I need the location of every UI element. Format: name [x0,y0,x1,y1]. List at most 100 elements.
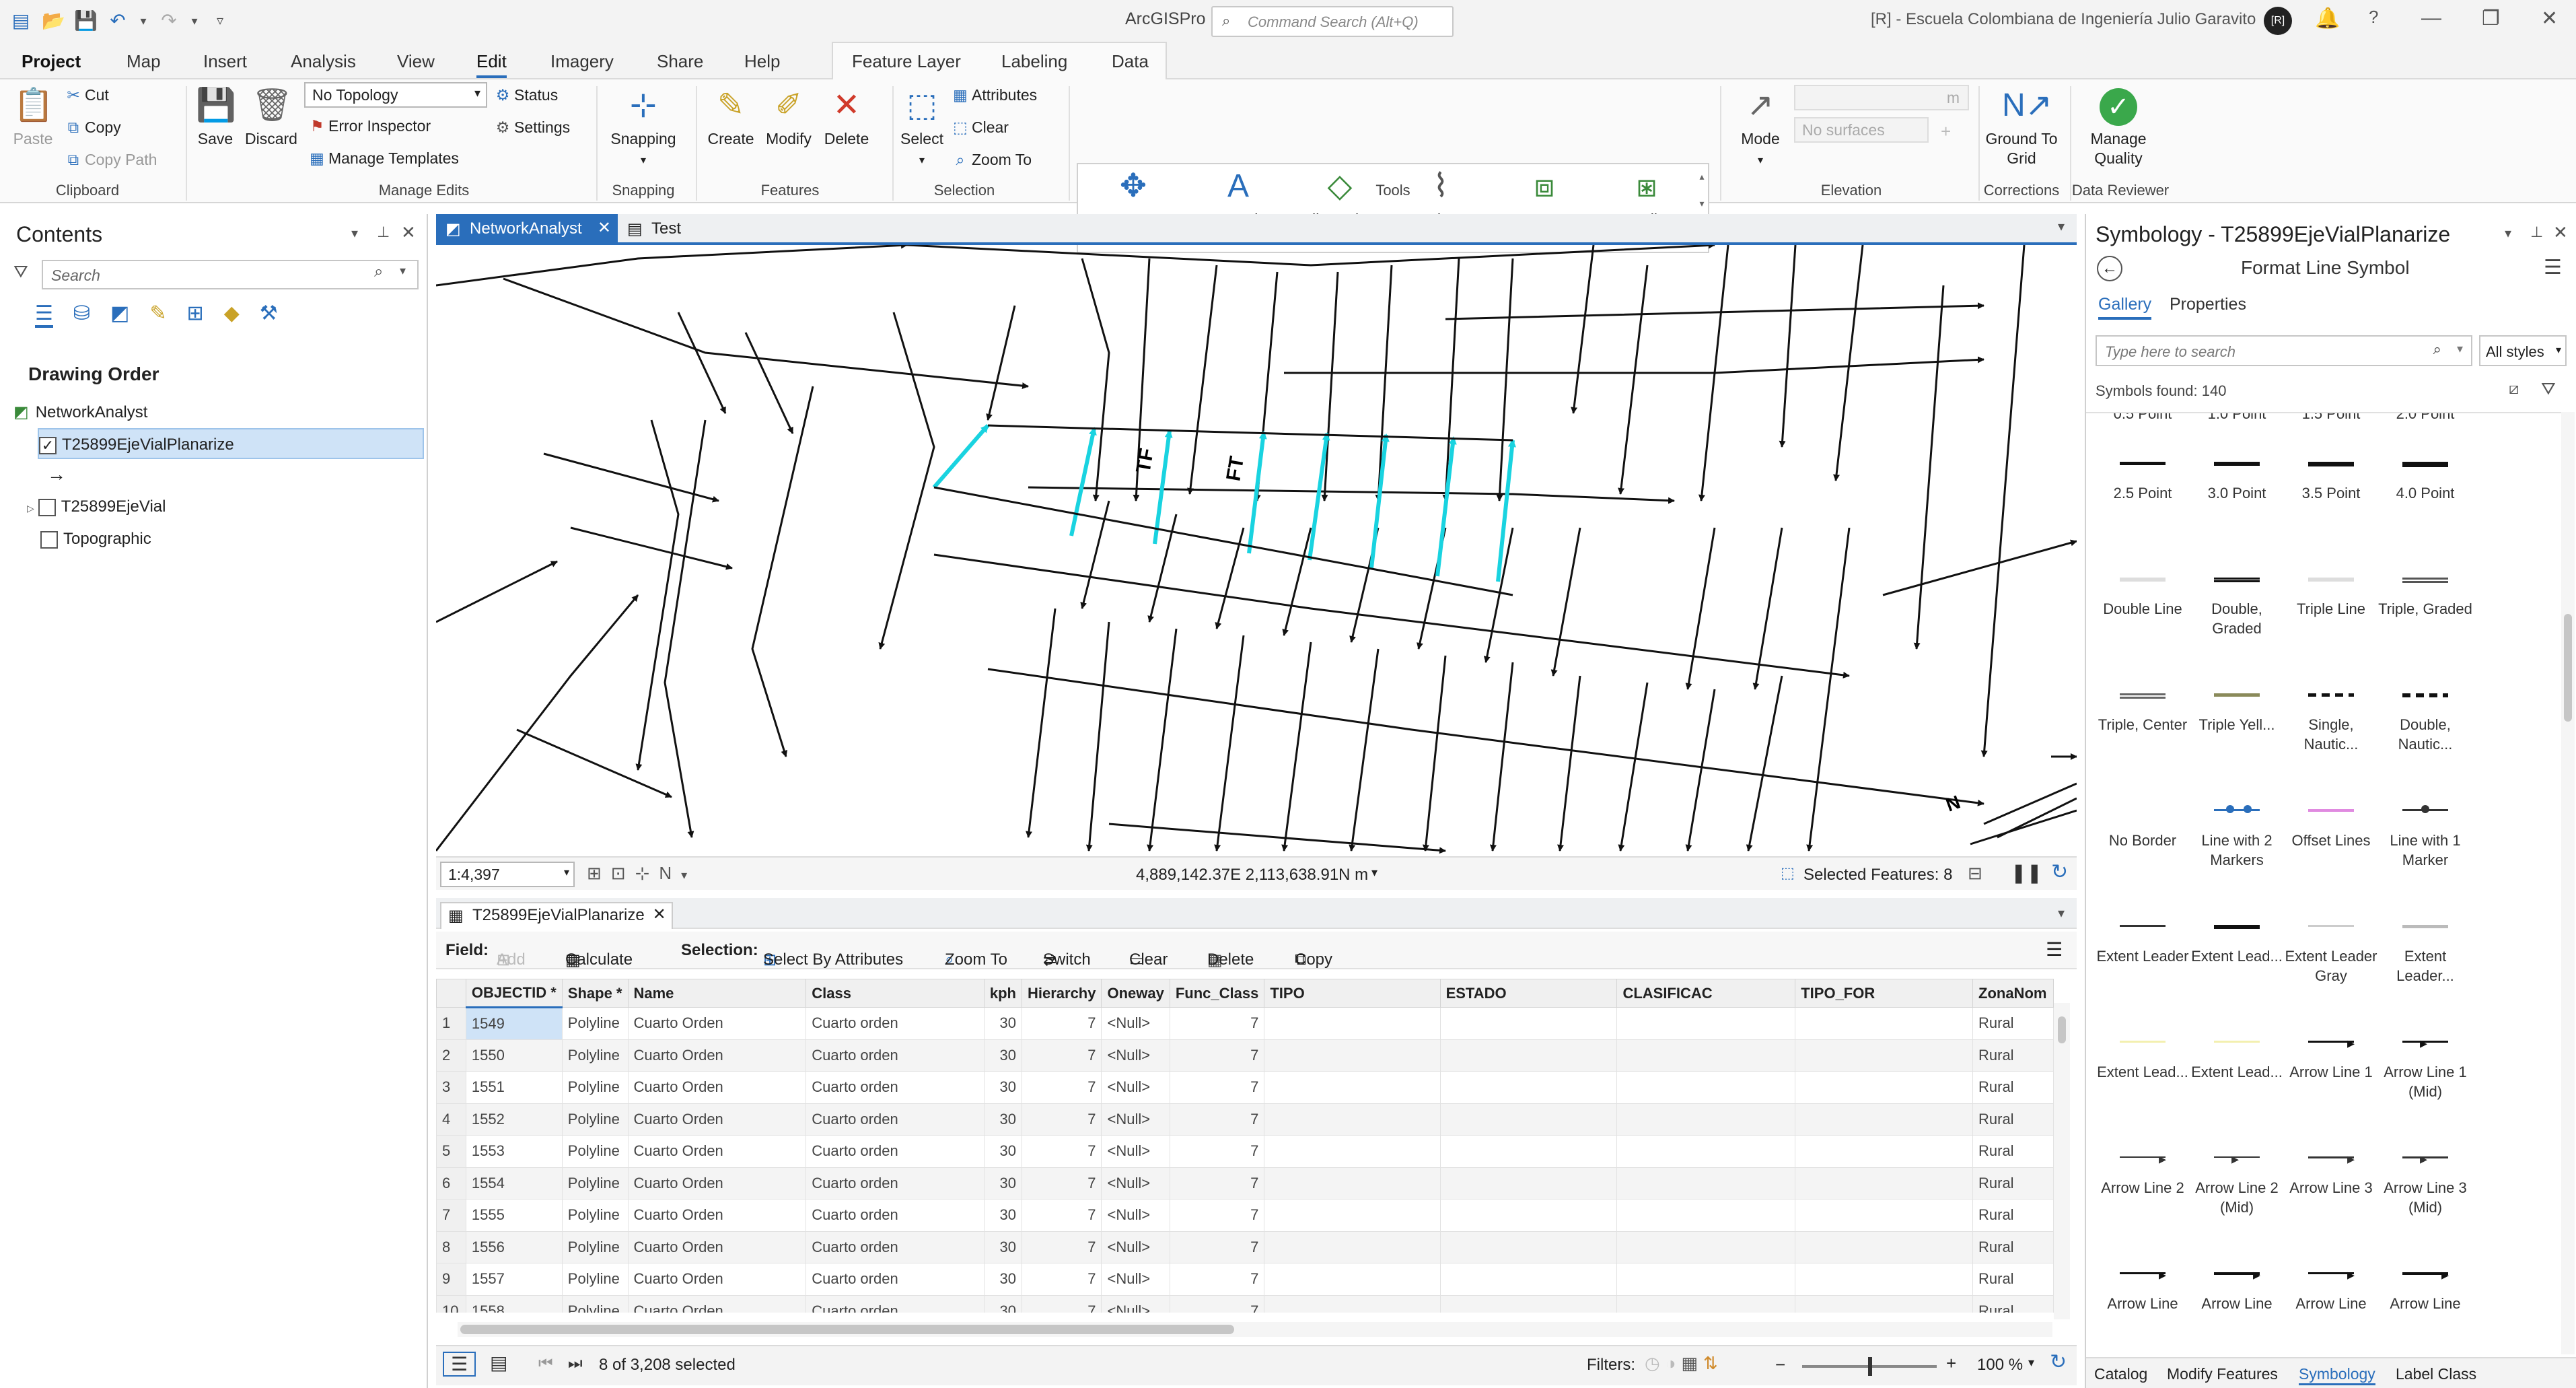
table-cell[interactable]: <Null> [1101,1263,1170,1296]
symbol-item[interactable]: ▸ Arrow Line [2190,1253,2284,1313]
scrollbar-thumb[interactable] [460,1325,1234,1334]
symbol-item[interactable]: Offset Lines [2284,790,2378,850]
table-cell[interactable] [1439,1167,1618,1200]
table-cell[interactable] [1795,1167,1973,1200]
table-row[interactable]: 3 1551 Polyline Cuarto Orden Cuarto orden 30 7… [436,1071,2054,1104]
table-cell[interactable]: Polyline [561,1135,629,1168]
redo-dropdown-icon[interactable]: ▾ [190,9,199,32]
table-cell[interactable] [1795,1230,1973,1263]
table-cell[interactable]: 2 [436,1039,466,1072]
column-header[interactable]: Shape * [561,979,629,1008]
close-tab-icon[interactable]: ✕ [598,218,611,238]
layer-symbol-arrow-icon[interactable]: → [47,459,66,490]
table-cell[interactable]: Cuarto Orden [627,1230,807,1263]
table-cell[interactable]: <Null> [1101,1199,1170,1232]
table-cell[interactable]: Cuarto orden [806,1039,985,1072]
view-tabs-dropdown-icon[interactable]: ▾ [2058,218,2065,235]
extent-filter-icon[interactable]: ▦ [1681,1353,1703,1373]
table-row[interactable]: 8 1556 Polyline Cuarto Orden Cuarto orden 30 7… [436,1230,2054,1263]
show-all-records-icon[interactable]: ☰ [443,1352,476,1377]
map-tool-icon[interactable]: ⊡ [611,863,635,883]
table-cell[interactable]: <Null> [1101,1039,1170,1072]
tab-modify-features[interactable]: Modify Features [2167,1365,2278,1383]
table-cell[interactable]: Cuarto Orden [627,1167,807,1200]
tab-analysis[interactable]: Analysis [291,47,356,78]
table-cell[interactable]: Polyline [561,1294,629,1313]
table-cell[interactable]: 7 [1169,1007,1265,1040]
table-cell[interactable]: 7 [1021,1103,1102,1136]
symbol-item[interactable]: ▸ Arrow Line 1 (Mid) [2378,1022,2472,1101]
map-view[interactable]: ◩ NetworkAnalyst ✕ ▤ Test ▾ TF FT N 1:4,397… [436,214,2077,893]
refresh-icon[interactable]: ↻ [2050,1350,2067,1374]
create-button[interactable]: ✎ Create [703,86,759,149]
symbol-item[interactable]: Extent Lead... [2190,906,2284,966]
symbol-item[interactable]: ▸ Arrow Line 2 [2096,1138,2190,1198]
table-cell[interactable]: 1553 [465,1135,563,1168]
table-row[interactable]: 2 1550 Polyline Cuarto Orden Cuarto orden 30 7… [436,1039,2054,1072]
symbol-item[interactable]: Extent Leader... [2378,906,2472,985]
column-header[interactable]: kph [983,979,1022,1008]
table-cell[interactable]: Cuarto Orden [627,1039,807,1072]
table-cell[interactable] [1795,1039,1973,1072]
symbol-item[interactable]: 3.5 Point [2284,443,2378,503]
new-project-icon[interactable]: ▤ [9,9,32,32]
table-row[interactable]: 7 1555 Polyline Cuarto Orden Cuarto orden 30 7… [436,1199,2054,1232]
table-cell[interactable]: Cuarto Orden [627,1294,807,1313]
table-cell[interactable] [1616,1294,1796,1313]
coord-format-icon[interactable]: ▾ [1371,866,1378,880]
show-selected-records-icon[interactable]: ▤ [490,1352,507,1374]
table-cell[interactable] [1439,1230,1618,1263]
selected-features-count[interactable]: Selected Features: 8 [1803,866,1952,884]
table-zoom-slider[interactable] [1802,1357,1937,1376]
table-cell[interactable]: 1554 [465,1167,563,1200]
table-cell[interactable] [1439,1263,1618,1296]
range-filter-icon[interactable]: ◑ [1666,1353,1682,1373]
table-cell[interactable]: 7 [1021,1135,1102,1168]
table-cell[interactable] [1795,1263,1973,1296]
table-cell[interactable]: 1556 [465,1230,563,1263]
table-cell[interactable]: 7 [1169,1167,1265,1200]
table-cell[interactable]: 7 [1021,1039,1102,1072]
symbol-item[interactable]: Extent Lead... [2096,1022,2190,1082]
table-cell[interactable]: 7 [1021,1007,1102,1040]
row-number-header[interactable] [436,979,466,1008]
table-row[interactable]: 4 1552 Polyline Cuarto Orden Cuarto orden 30 7… [436,1103,2054,1136]
table-cell[interactable]: Rural [1972,1230,2054,1263]
paste-button[interactable]: 📋 Paste [9,86,57,149]
pane-options-icon[interactable]: ▾ [2505,225,2511,242]
column-header[interactable]: CLASIFICAC [1616,979,1796,1008]
table-cell[interactable] [1264,1199,1441,1232]
table-cell[interactable]: 7 [1169,1039,1265,1072]
symbol-item[interactable]: Extent Lead... [2190,1022,2284,1082]
tree-item-basemap[interactable]: Topographic [40,524,151,555]
tab-catalog[interactable]: Catalog [2094,1365,2147,1383]
table-cell[interactable]: 7 [1021,1071,1102,1104]
table-cell[interactable]: Cuarto Orden [627,1103,807,1136]
view-tab-test[interactable]: ▤ Test [618,214,725,244]
table-cell[interactable]: <Null> [1101,1230,1170,1263]
table-cell[interactable] [1795,1007,1973,1040]
table-toggle-icon[interactable]: ⊟ [1968,863,1982,884]
time-filter-icon[interactable]: ◷ [1645,1353,1666,1373]
close-icon[interactable]: ✕ [2541,7,2558,30]
mode-button[interactable]: ↗ Mode ▾ [1727,86,1794,170]
tab-data[interactable]: Data [1112,47,1149,78]
data-source-icon[interactable]: ⛁ [73,302,90,328]
tree-item-layer-selected[interactable]: ✓ T25899EjeVialPlanarize [38,428,424,459]
first-record-icon[interactable]: ⏮ [538,1354,553,1373]
table-cell[interactable]: 1557 [465,1263,563,1296]
symbol-search-input[interactable]: Type here to search ⌕ ▾ [2096,335,2472,366]
column-header[interactable]: Name [627,979,807,1008]
filter-icons[interactable]: ◷◑▦⇅ [1645,1353,1723,1374]
expand-icon[interactable]: ▷ [27,503,34,514]
table-cell[interactable]: 30 [983,1199,1022,1232]
table-cell[interactable]: 30 [983,1007,1022,1040]
symbol-item[interactable]: ▸ Arrow Line 3 (Mid) [2378,1138,2472,1217]
table-cell[interactable] [1439,1103,1618,1136]
layer-checkbox-checked[interactable]: ✓ [39,436,57,454]
table-cell[interactable] [1264,1135,1441,1168]
table-cell[interactable]: 7 [1021,1294,1102,1313]
attribute-table[interactable]: OBJECTID * Shape * Name Class kph Hierarchy On… [436,979,2054,1313]
table-tabs-dropdown-icon[interactable]: ▾ [2058,905,2065,922]
save-edits-button[interactable]: 💾 Save [191,86,240,149]
